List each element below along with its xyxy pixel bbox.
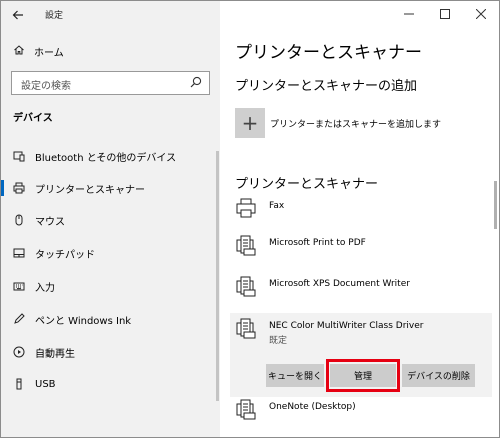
- title-bar: 設定: [1, 1, 220, 29]
- printer-name: Fax: [269, 201, 285, 211]
- pen-icon: [11, 313, 27, 325]
- printer-item-onenote[interactable]: OneNote (Desktop): [235, 398, 485, 420]
- sidebar-item-pen[interactable]: ペンと Windows Ink: [1, 303, 216, 335]
- plus-icon: +: [235, 108, 265, 138]
- sidebar-scrollbar[interactable]: [216, 151, 219, 401]
- printer-status: 既定: [269, 336, 288, 346]
- section-title-devices: デバイス: [13, 113, 53, 124]
- sidebar-item-label: タッチパッド: [35, 249, 95, 261]
- printer-list-title: プリンターとスキャナー: [235, 177, 379, 192]
- printer-name: NEC Color MultiWriter Class Driver: [269, 321, 424, 331]
- sidebar-item-touchpad[interactable]: タッチパッド: [1, 237, 216, 269]
- home-icon: [13, 44, 27, 59]
- printer-document-icon: [236, 399, 256, 420]
- home-label: ホーム: [34, 48, 64, 59]
- window-controls: [391, 1, 499, 29]
- add-printer-label: プリンターまたはスキャナーを追加します: [270, 119, 442, 130]
- maximize-button[interactable]: [427, 1, 463, 27]
- add-printer-button[interactable]: + プリンターまたはスキャナーを追加します: [235, 108, 441, 138]
- printer-name: Microsoft Print to PDF: [269, 238, 366, 248]
- printer-icon: [11, 182, 27, 194]
- sidebar-item-bluetooth[interactable]: Bluetooth とその他のデバイス: [1, 140, 216, 172]
- printer-item-print-to-pdf[interactable]: Microsoft Print to PDF: [235, 234, 485, 256]
- bluetooth-devices-icon: [11, 150, 27, 162]
- sidebar-item-label: プリンターとスキャナー: [35, 184, 145, 196]
- remove-device-button[interactable]: デバイスの削除: [402, 364, 475, 387]
- close-button[interactable]: [463, 1, 499, 27]
- search-icon: [190, 76, 202, 88]
- sidebar-item-mouse[interactable]: マウス: [1, 204, 216, 236]
- sidebar-item-label: 入力: [35, 282, 55, 294]
- manage-highlight: [326, 359, 400, 392]
- back-button[interactable]: [7, 4, 29, 26]
- search-placeholder: 設定の検索: [21, 81, 71, 92]
- page-title: プリンターとスキャナー: [235, 43, 422, 63]
- printer-item-nec[interactable]: NEC Color MultiWriter Class Driver 既定: [235, 317, 485, 346]
- mouse-icon: [11, 214, 27, 226]
- printer-document-icon: [236, 276, 256, 297]
- autoplay-icon: [11, 346, 27, 358]
- sidebar-item-label: マウス: [35, 216, 65, 228]
- usb-icon: [11, 378, 27, 390]
- window-title: 設定: [45, 11, 64, 21]
- printer-name: Microsoft XPS Document Writer: [269, 279, 410, 289]
- printer-item-xps-writer[interactable]: Microsoft XPS Document Writer: [235, 275, 485, 297]
- arrow-left-icon: [12, 10, 23, 20]
- home-link[interactable]: ホーム: [13, 44, 64, 59]
- search-input[interactable]: 設定の検索: [11, 71, 210, 95]
- minimize-button[interactable]: [391, 1, 427, 27]
- main-scrollbar[interactable]: [494, 181, 497, 229]
- maximize-icon: [440, 9, 450, 19]
- printer-name: OneNote (Desktop): [269, 402, 356, 412]
- touchpad-icon: [11, 247, 27, 259]
- sidebar-item-usb[interactable]: USB: [1, 368, 216, 400]
- sidebar-item-typing[interactable]: 入力: [1, 270, 216, 302]
- sidebar-item-label: ペンと Windows Ink: [35, 315, 132, 327]
- add-section-title: プリンターとスキャナーの追加: [235, 79, 418, 94]
- printer-item-fax[interactable]: Fax: [235, 197, 485, 219]
- sidebar-item-label: Bluetooth とその他のデバイス: [35, 152, 177, 164]
- keyboard-icon: [11, 280, 27, 292]
- printer-document-icon: [236, 318, 256, 339]
- printer-document-icon: [236, 235, 256, 256]
- sidebar: 設定 ホーム 設定の検索 デバイス Bluetooth とその他のデバイス プリ…: [1, 1, 220, 437]
- fax-icon: [236, 198, 256, 218]
- sidebar-item-label: USB: [35, 378, 56, 390]
- sidebar-item-printers[interactable]: プリンターとスキャナー: [1, 172, 216, 204]
- minimize-icon: [404, 13, 414, 15]
- sidebar-item-label: 自動再生: [35, 348, 75, 360]
- settings-window: 設定 ホーム 設定の検索 デバイス Bluetooth とその他のデバイス プリ…: [0, 0, 500, 438]
- open-queue-button[interactable]: キューを開く: [266, 364, 324, 387]
- sidebar-item-autoplay[interactable]: 自動再生: [1, 336, 216, 368]
- close-icon: [476, 9, 486, 19]
